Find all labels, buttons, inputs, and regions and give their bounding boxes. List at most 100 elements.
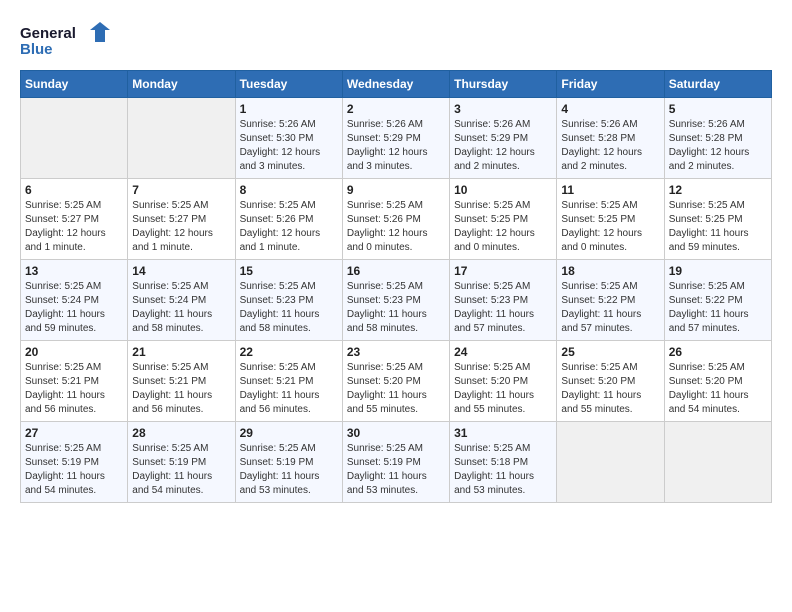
day-number: 18 [561, 264, 659, 278]
day-number: 11 [561, 183, 659, 197]
day-info: Sunrise: 5:25 AMSunset: 5:24 PMDaylight:… [25, 280, 123, 336]
calendar-cell: 19Sunrise: 5:25 AMSunset: 5:22 PMDayligh… [664, 260, 771, 341]
calendar-header: SundayMondayTuesdayWednesdayThursdayFrid… [21, 71, 772, 98]
day-number: 24 [454, 345, 552, 359]
calendar-cell: 7 Sunrise: 5:25 AMSunset: 5:27 PMDaylight… [128, 179, 235, 260]
calendar-cell: 15 Sunrise: 5:25 AMSunset: 5:23 PMDayligh… [235, 260, 342, 341]
calendar-cell: 17 Sunrise: 5:25 AMSunset: 5:23 PMDayligh… [450, 260, 557, 341]
calendar-cell: 3 Sunrise: 5:26 AMSunset: 5:29 PMDaylight… [450, 98, 557, 179]
calendar-body: 1Sunrise: 5:26 AMSunset: 5:30 PMDaylight… [21, 98, 772, 503]
day-info: Sunrise: 5:25 AMSunset: 5:24 PMDaylight:… [132, 280, 230, 336]
day-info: Sunrise: 5:26 AMSunset: 5:29 PMDaylight:… [347, 118, 445, 174]
day-info: Sunrise: 5:25 AMSunset: 5:27 PMDaylight:… [132, 199, 230, 255]
calendar-cell: 24Sunrise: 5:25 AMSunset: 5:20 PMDayligh… [450, 341, 557, 422]
day-info: Sunrise: 5:25 AMSunset: 5:22 PMDaylight:… [561, 280, 659, 336]
calendar-cell: 22 Sunrise: 5:25 AMSunset: 5:21 PMDayligh… [235, 341, 342, 422]
day-info: Sunrise: 5:25 AMSunset: 5:19 PMDaylight:… [25, 442, 123, 498]
weekday-header-thursday: Thursday [450, 71, 557, 98]
calendar-cell: 4 Sunrise: 5:26 AMSunset: 5:28 PMDaylight… [557, 98, 664, 179]
weekday-header-wednesday: Wednesday [342, 71, 449, 98]
calendar-week-row: 13 Sunrise: 5:25 AMSunset: 5:24 PMDayligh… [21, 260, 772, 341]
calendar-cell: 21 Sunrise: 5:25 AMSunset: 5:21 PMDayligh… [128, 341, 235, 422]
calendar-cell: 29 Sunrise: 5:25 AMSunset: 5:19 PMDayligh… [235, 422, 342, 503]
calendar-cell: 25Sunrise: 5:25 AMSunset: 5:20 PMDayligh… [557, 341, 664, 422]
weekday-header-sunday: Sunday [21, 71, 128, 98]
day-info: Sunrise: 5:25 AMSunset: 5:27 PMDaylight:… [25, 199, 123, 255]
calendar-cell: 12Sunrise: 5:25 AMSunset: 5:25 PMDayligh… [664, 179, 771, 260]
day-info: Sunrise: 5:25 AMSunset: 5:19 PMDaylight:… [240, 442, 338, 498]
day-number: 27 [25, 426, 123, 440]
day-number: 23 [347, 345, 445, 359]
day-number: 26 [669, 345, 767, 359]
calendar-cell: 11 Sunrise: 5:25 AMSunset: 5:25 PMDayligh… [557, 179, 664, 260]
day-number: 22 [240, 345, 338, 359]
day-number: 31 [454, 426, 552, 440]
day-info: Sunrise: 5:25 AMSunset: 5:19 PMDaylight:… [347, 442, 445, 498]
day-info: Sunrise: 5:25 AMSunset: 5:25 PMDaylight:… [561, 199, 659, 255]
day-number: 16 [347, 264, 445, 278]
day-info: Sunrise: 5:25 AMSunset: 5:18 PMDaylight:… [454, 442, 552, 498]
day-info: Sunrise: 5:25 AMSunset: 5:23 PMDaylight:… [347, 280, 445, 336]
day-info: Sunrise: 5:25 AMSunset: 5:19 PMDaylight:… [132, 442, 230, 498]
calendar-cell: 20 Sunrise: 5:25 AMSunset: 5:21 PMDayligh… [21, 341, 128, 422]
day-info: Sunrise: 5:25 AMSunset: 5:23 PMDaylight:… [454, 280, 552, 336]
day-info: Sunrise: 5:25 AMSunset: 5:21 PMDaylight:… [25, 361, 123, 417]
day-info: Sunrise: 5:25 AMSunset: 5:21 PMDaylight:… [240, 361, 338, 417]
weekday-header-saturday: Saturday [664, 71, 771, 98]
calendar-cell: 14Sunrise: 5:25 AMSunset: 5:24 PMDayligh… [128, 260, 235, 341]
day-number: 3 [454, 102, 552, 116]
day-number: 9 [347, 183, 445, 197]
day-info: Sunrise: 5:25 AMSunset: 5:22 PMDaylight:… [669, 280, 767, 336]
calendar-cell: 27 Sunrise: 5:25 AMSunset: 5:19 PMDayligh… [21, 422, 128, 503]
calendar-week-row: 1Sunrise: 5:26 AMSunset: 5:30 PMDaylight… [21, 98, 772, 179]
calendar-cell: 2Sunrise: 5:26 AMSunset: 5:29 PMDaylight… [342, 98, 449, 179]
svg-text:General: General [20, 25, 76, 42]
day-number: 28 [132, 426, 230, 440]
calendar-week-row: 27 Sunrise: 5:25 AMSunset: 5:19 PMDayligh… [21, 422, 772, 503]
day-number: 25 [561, 345, 659, 359]
calendar-cell [664, 422, 771, 503]
day-info: Sunrise: 5:26 AMSunset: 5:30 PMDaylight:… [240, 118, 338, 174]
day-number: 4 [561, 102, 659, 116]
logo: General Blue [20, 20, 110, 60]
day-number: 7 [132, 183, 230, 197]
day-number: 10 [454, 183, 552, 197]
day-info: Sunrise: 5:25 AMSunset: 5:20 PMDaylight:… [347, 361, 445, 417]
calendar-week-row: 6Sunrise: 5:25 AMSunset: 5:27 PMDaylight… [21, 179, 772, 260]
day-number: 13 [25, 264, 123, 278]
page-header: General Blue [20, 20, 772, 60]
day-number: 20 [25, 345, 123, 359]
day-number: 30 [347, 426, 445, 440]
day-info: Sunrise: 5:25 AMSunset: 5:25 PMDaylight:… [454, 199, 552, 255]
day-number: 12 [669, 183, 767, 197]
calendar-cell: 13 Sunrise: 5:25 AMSunset: 5:24 PMDayligh… [21, 260, 128, 341]
calendar-cell: 8Sunrise: 5:25 AMSunset: 5:26 PMDaylight… [235, 179, 342, 260]
day-info: Sunrise: 5:26 AMSunset: 5:28 PMDaylight:… [669, 118, 767, 174]
day-number: 15 [240, 264, 338, 278]
weekday-header-monday: Monday [128, 71, 235, 98]
calendar-cell: 31 Sunrise: 5:25 AMSunset: 5:18 PMDayligh… [450, 422, 557, 503]
day-info: Sunrise: 5:26 AMSunset: 5:29 PMDaylight:… [454, 118, 552, 174]
day-info: Sunrise: 5:25 AMSunset: 5:20 PMDaylight:… [669, 361, 767, 417]
calendar-cell: 5 Sunrise: 5:26 AMSunset: 5:28 PMDaylight… [664, 98, 771, 179]
calendar-cell: 18 Sunrise: 5:25 AMSunset: 5:22 PMDayligh… [557, 260, 664, 341]
weekday-header-friday: Friday [557, 71, 664, 98]
day-info: Sunrise: 5:25 AMSunset: 5:26 PMDaylight:… [240, 199, 338, 255]
weekday-header-tuesday: Tuesday [235, 71, 342, 98]
day-number: 21 [132, 345, 230, 359]
day-number: 5 [669, 102, 767, 116]
day-info: Sunrise: 5:26 AMSunset: 5:28 PMDaylight:… [561, 118, 659, 174]
calendar-cell: 9Sunrise: 5:25 AMSunset: 5:26 PMDaylight… [342, 179, 449, 260]
calendar-table: SundayMondayTuesdayWednesdayThursdayFrid… [20, 70, 772, 503]
day-info: Sunrise: 5:25 AMSunset: 5:23 PMDaylight:… [240, 280, 338, 336]
calendar-cell: 23 Sunrise: 5:25 AMSunset: 5:20 PMDayligh… [342, 341, 449, 422]
calendar-cell: 10 Sunrise: 5:25 AMSunset: 5:25 PMDayligh… [450, 179, 557, 260]
calendar-cell [557, 422, 664, 503]
day-number: 17 [454, 264, 552, 278]
day-info: Sunrise: 5:25 AMSunset: 5:21 PMDaylight:… [132, 361, 230, 417]
calendar-cell [128, 98, 235, 179]
day-number: 29 [240, 426, 338, 440]
logo-svg: General Blue [20, 20, 110, 60]
calendar-cell: 30 Sunrise: 5:25 AMSunset: 5:19 PMDayligh… [342, 422, 449, 503]
calendar-cell: 6Sunrise: 5:25 AMSunset: 5:27 PMDaylight… [21, 179, 128, 260]
